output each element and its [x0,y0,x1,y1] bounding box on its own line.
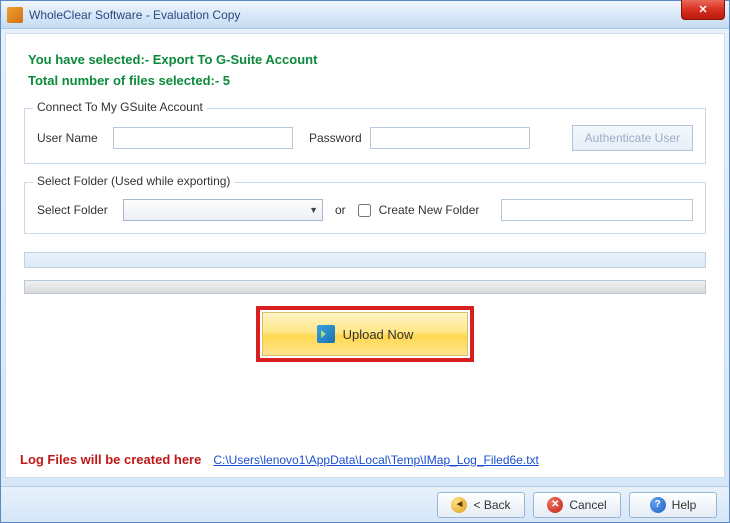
help-button[interactable]: ? Help [629,492,717,518]
upload-now-button[interactable]: Upload Now [262,312,468,356]
upload-icon [317,325,335,343]
window-title: WholeClear Software - Evaluation Copy [29,8,240,22]
selected-summary: You have selected:- Export To G-Suite Ac… [28,52,706,67]
app-icon [7,7,23,23]
create-folder-label: Create New Folder [379,203,480,217]
select-folder-label: Select Folder [37,203,115,217]
folder-fieldset: Select Folder (Used while exporting) Sel… [24,182,706,234]
close-icon: ✕ [698,3,707,16]
cancel-icon: ✕ [547,497,563,513]
folder-legend: Select Folder (Used while exporting) [33,174,234,188]
connect-fieldset: Connect To My GSuite Account User Name P… [24,108,706,164]
cancel-button[interactable]: ✕ Cancel [533,492,621,518]
help-label: Help [672,498,697,512]
help-icon: ? [650,497,666,513]
log-label: Log Files will be created here [20,452,201,467]
chevron-down-icon: ▼ [309,205,318,215]
or-text: or [335,203,346,217]
password-label: Password [309,131,362,145]
back-label: < Back [473,498,510,512]
create-folder-input[interactable] [501,199,693,221]
cancel-label: Cancel [569,498,606,512]
progress-bar-1 [24,252,706,268]
back-button[interactable]: ◄ < Back [437,492,525,518]
back-icon: ◄ [451,497,467,513]
app-window: WholeClear Software - Evaluation Copy ✕ … [0,0,730,523]
authenticate-button[interactable]: Authenticate User [572,125,693,151]
username-input[interactable] [113,127,293,149]
total-summary: Total number of files selected:- 5 [28,73,706,88]
upload-label: Upload Now [343,327,414,342]
upload-highlight: Upload Now [256,306,474,362]
content-area: You have selected:- Export To G-Suite Ac… [5,33,725,478]
create-folder-checkbox[interactable] [358,204,371,217]
log-path-link[interactable]: C:\Users\lenovo1\AppData\Local\Temp\IMap… [213,453,539,467]
footer-bar: ◄ < Back ✕ Cancel ? Help [1,486,729,522]
password-input[interactable] [370,127,530,149]
progress-bar-2 [24,280,706,294]
select-folder-dropdown[interactable]: ▼ [123,199,323,221]
titlebar: WholeClear Software - Evaluation Copy ✕ [1,1,729,29]
close-button[interactable]: ✕ [681,0,725,20]
connect-legend: Connect To My GSuite Account [33,100,207,114]
log-row: Log Files will be created here C:\Users\… [20,452,710,467]
username-label: User Name [37,131,105,145]
